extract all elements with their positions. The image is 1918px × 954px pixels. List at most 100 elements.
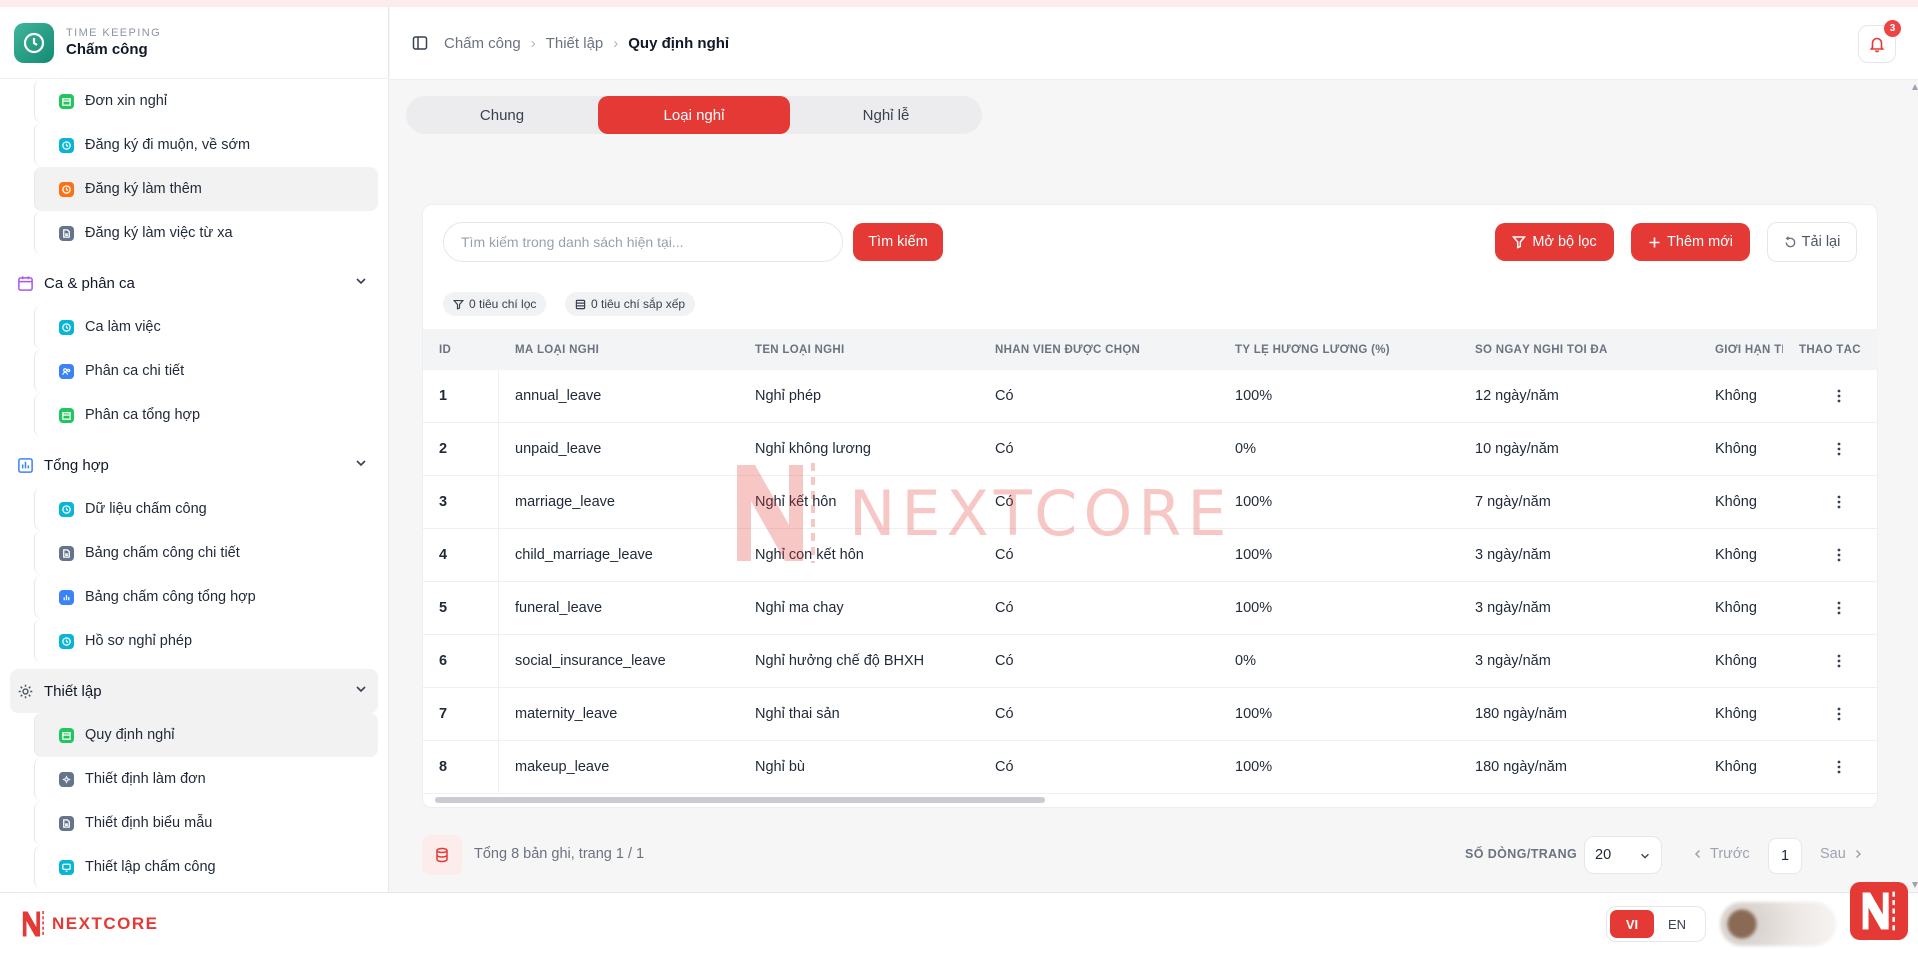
rows-per-page-select[interactable]: 20 (1584, 836, 1662, 874)
vertical-scrollbar[interactable] (1912, 80, 1918, 892)
current-page-button[interactable]: 1 (1768, 838, 1802, 874)
cell-limit: Không (1715, 494, 1757, 510)
sidebar-item-template-settings[interactable]: Thiết định biểu mẫu (34, 801, 378, 845)
clock-icon (59, 137, 74, 153)
sidebar-item-form-settings[interactable]: Thiết định làm đơn (34, 757, 378, 801)
column-header-id[interactable]: ID (423, 344, 499, 356)
table-header: ID MÃ LOẠI NGHỈ TÊN LOẠI NGHỈ NHÂN VIÊN … (423, 329, 1878, 370)
user-avatar[interactable] (1720, 902, 1836, 946)
cell-limit: Không (1715, 759, 1757, 775)
cell-limit: Không (1715, 653, 1757, 669)
prev-page-button[interactable]: Trước (1692, 846, 1750, 862)
next-page-label: Sau (1820, 846, 1846, 862)
lang-en-button[interactable]: EN (1654, 910, 1700, 938)
table-row[interactable]: 1 annual_leave Nghỉ phép Có 100% 12 ngày/năm K… (423, 369, 1878, 423)
clock-logo-icon (14, 22, 54, 63)
cell-employee: Có (995, 388, 1014, 404)
sidebar-item-label: Bảng chấm công tổng hợp (85, 589, 256, 605)
sidebar-group-settings[interactable]: Thiết lập (10, 669, 378, 713)
more-actions-icon[interactable] (1783, 548, 1878, 562)
column-header-name[interactable]: TÊN LOẠI NGHỈ (739, 344, 979, 356)
open-filter-label: Mở bộ lọc (1532, 234, 1597, 250)
leave-types-table: ID MÃ LOẠI NGHỈ TÊN LOẠI NGHỈ NHÂN VIÊN … (423, 329, 1878, 794)
sidebar-item-attendance-data[interactable]: Dữ liệu chấm công (34, 487, 378, 531)
sidebar-item-remote-work[interactable]: Đăng ký làm việc từ xa (34, 211, 378, 255)
table-row[interactable]: 5 funeral_leave Nghỉ ma chay Có 100% 3 ngày/n… (423, 581, 1878, 635)
sidebar-group-summary[interactable]: Tổng hợp (10, 443, 378, 487)
sidebar-item-attendance-detail[interactable]: Bảng chấm công chi tiết (34, 531, 378, 575)
more-actions-icon[interactable] (1783, 495, 1878, 509)
chevron-right-icon: › (530, 34, 536, 52)
sidebar-group-shifts[interactable]: Ca & phân ca (10, 261, 378, 305)
cell-code: funeral_leave (515, 600, 603, 616)
more-actions-icon[interactable] (1783, 707, 1878, 721)
rows-per-page-value: 20 (1595, 847, 1612, 863)
sidebar-item-attendance-summary[interactable]: Bảng chấm công tổng hợp (34, 575, 378, 619)
sidebar-item-label: Quy định nghỉ (85, 727, 175, 743)
more-actions-icon[interactable] (1783, 442, 1878, 456)
column-header-employee[interactable]: NHÂN VIÊN ĐƯỢC CHỌN (979, 344, 1219, 356)
tab-holidays[interactable]: Nghỉ lễ (790, 96, 982, 134)
sidebar-item-label: Thiết lập chấm công (85, 859, 216, 875)
sort-criteria-chip[interactable]: 0 tiêu chí sắp xếp (565, 292, 696, 316)
sidebar-item-work-shift[interactable]: Ca làm việc (34, 305, 378, 349)
breadcrumb-item[interactable]: Chấm công (444, 35, 521, 52)
sidebar-item-label: Thiết định biểu mẫu (85, 815, 213, 831)
cell-name: Nghỉ phép (755, 388, 822, 404)
sidebar-item-shift-summary[interactable]: Phân ca tổng hợp (34, 393, 378, 437)
lang-vi-button[interactable]: VI (1610, 910, 1654, 938)
sidebar-item-attendance-settings[interactable]: Thiết lập chấm công (34, 845, 378, 889)
column-header-limit[interactable]: GIỚI HẠN TI (1699, 344, 1783, 356)
cell-max-days: 180 ngày/năm (1475, 706, 1567, 722)
sidebar-toggle-icon[interactable] (412, 35, 428, 51)
app-title: Chấm công (66, 41, 148, 58)
horizontal-scrollbar[interactable] (435, 797, 1045, 803)
breadcrumb-item[interactable]: Thiết lập (546, 35, 604, 52)
cell-max-days: 3 ngày/năm (1475, 653, 1551, 669)
column-header-code[interactable]: MÃ LOẠI NGHỈ (499, 344, 739, 356)
cell-salary-rate: 100% (1235, 494, 1273, 510)
more-actions-icon[interactable] (1783, 601, 1878, 615)
chevron-down-icon[interactable] (354, 682, 368, 700)
chevron-down-icon[interactable] (354, 456, 368, 474)
tab-leave-types[interactable]: Loại nghỉ (598, 96, 790, 134)
more-actions-icon[interactable] (1783, 389, 1878, 403)
table-row[interactable]: 2 unpaid_leave Nghỉ không lương Có 0% 10 ngày… (423, 422, 1878, 476)
more-actions-icon[interactable] (1783, 654, 1878, 668)
cell-employee: Có (995, 494, 1014, 510)
cell-id: 5 (423, 581, 499, 635)
sidebar-item-label: Đăng ký đi muộn, về sớm (85, 137, 251, 153)
cell-salary-rate: 100% (1235, 759, 1273, 775)
sidebar-item-label: Phân ca chi tiết (85, 363, 185, 379)
sidebar-item-leave-policy[interactable]: Quy định nghỉ (34, 713, 378, 757)
cell-limit: Không (1715, 547, 1757, 563)
table-row[interactable]: 8 makeup_leave Nghỉ bù Có 100% 180 ngày/năm Kh… (423, 740, 1878, 794)
add-new-button[interactable]: Thêm mới (1631, 223, 1750, 261)
next-page-button[interactable]: Sau (1820, 846, 1864, 862)
reload-button[interactable]: Tải lại (1767, 222, 1857, 262)
sidebar-item-overtime[interactable]: Đăng ký làm thêm (34, 167, 378, 211)
sidebar-item-leave-records[interactable]: Hồ sơ nghỉ phép (34, 619, 378, 663)
table-row[interactable]: 7 maternity_leave Nghỉ thai sản Có 100% 180 n… (423, 687, 1878, 741)
sidebar-item-late-early[interactable]: Đăng ký đi muộn, về sớm (34, 123, 378, 167)
sidebar-item-leave-request[interactable]: Đơn xin nghỉ (34, 79, 378, 123)
sort-chip-label: 0 tiêu chí sắp xếp (591, 297, 686, 311)
search-input[interactable] (443, 222, 843, 262)
column-header-salary-rate[interactable]: TỶ LỆ HƯỞNG LƯƠNG (%) (1219, 344, 1459, 356)
chevron-down-icon[interactable] (354, 274, 368, 292)
settings-group-icon (16, 682, 34, 700)
tab-general[interactable]: Chung (406, 96, 598, 134)
more-actions-icon[interactable] (1783, 760, 1878, 774)
table-row[interactable]: 3 marriage_leave Nghỉ kết hôn Có 100% 7 ngày/… (423, 475, 1878, 529)
table-row[interactable]: 6 social_insurance_leave Nghỉ hưởng chế độ… (423, 634, 1878, 688)
total-records-text: Tổng 8 bản ghi, trang 1 / 1 (474, 846, 645, 862)
open-filter-button[interactable]: Mở bộ lọc (1495, 223, 1614, 261)
sidebar-item-shift-detail[interactable]: Phân ca chi tiết (34, 349, 378, 393)
notification-button[interactable]: 3 (1858, 20, 1901, 63)
gear-icon (59, 771, 74, 787)
column-header-max-days[interactable]: SỐ NGÀY NGHỈ TỐI ĐA (1459, 344, 1699, 356)
filter-criteria-chip[interactable]: 0 tiêu chí lọc (443, 292, 547, 316)
table-row[interactable]: 4 child_marriage_leave Nghỉ con kết hôn Có 1… (423, 528, 1878, 582)
search-button[interactable]: Tìm kiếm (853, 223, 943, 261)
nextcore-fab-button[interactable] (1850, 882, 1908, 940)
